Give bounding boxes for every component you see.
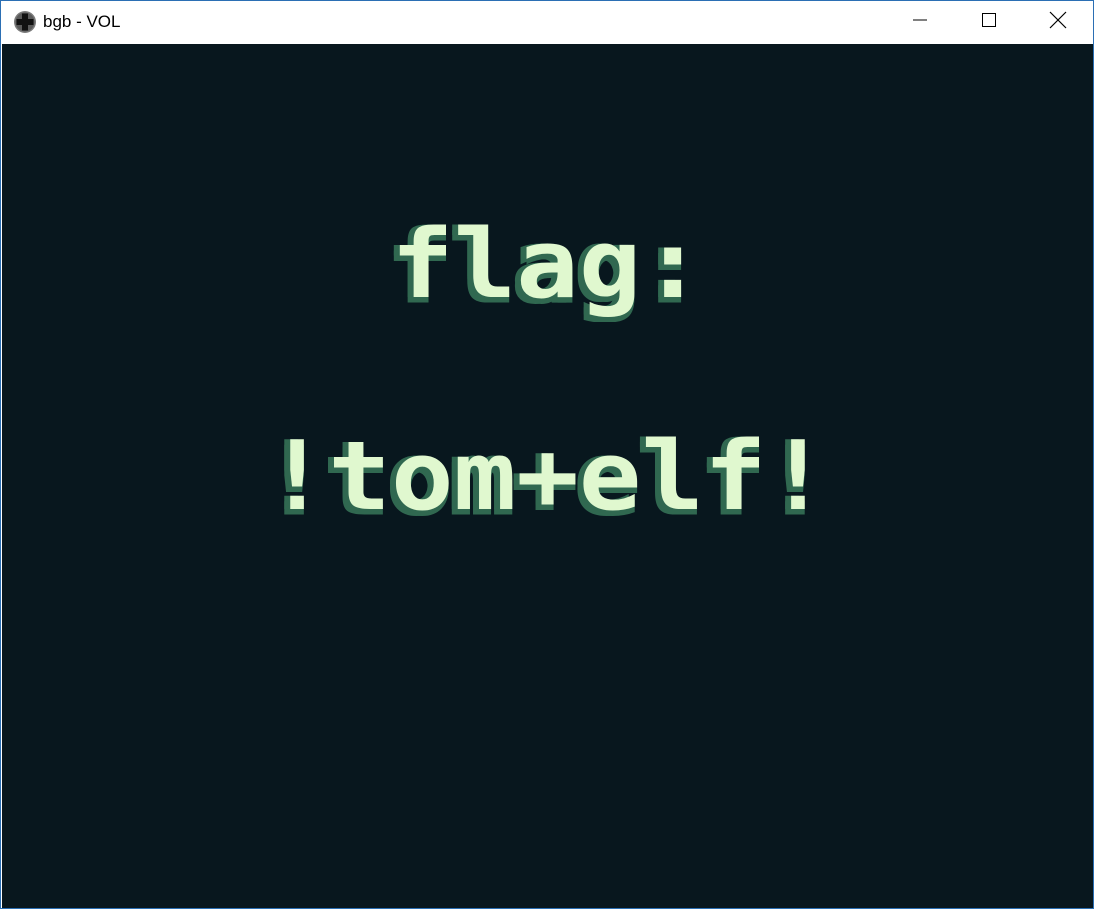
flag-label: flag:: [390, 207, 705, 321]
minimize-icon: [912, 12, 928, 33]
flag-label-line: flag:: [2, 212, 1093, 316]
close-icon: [1049, 11, 1067, 34]
minimize-button[interactable]: [885, 1, 955, 43]
flag-value: !tom+elf!: [265, 419, 830, 533]
window-title: bgb - VOL: [43, 12, 121, 31]
emulator-window: bgb - VOL flag: !tom+elf!: [0, 0, 1094, 909]
dpad-icon[interactable]: [13, 10, 37, 34]
game-screen[interactable]: flag: !tom+elf!: [2, 44, 1093, 908]
title-bar[interactable]: bgb - VOL: [1, 1, 1093, 43]
maximize-button[interactable]: [954, 1, 1024, 43]
flag-value-line: !tom+elf!: [2, 424, 1093, 528]
close-button[interactable]: [1023, 1, 1093, 43]
maximize-icon: [981, 12, 997, 33]
